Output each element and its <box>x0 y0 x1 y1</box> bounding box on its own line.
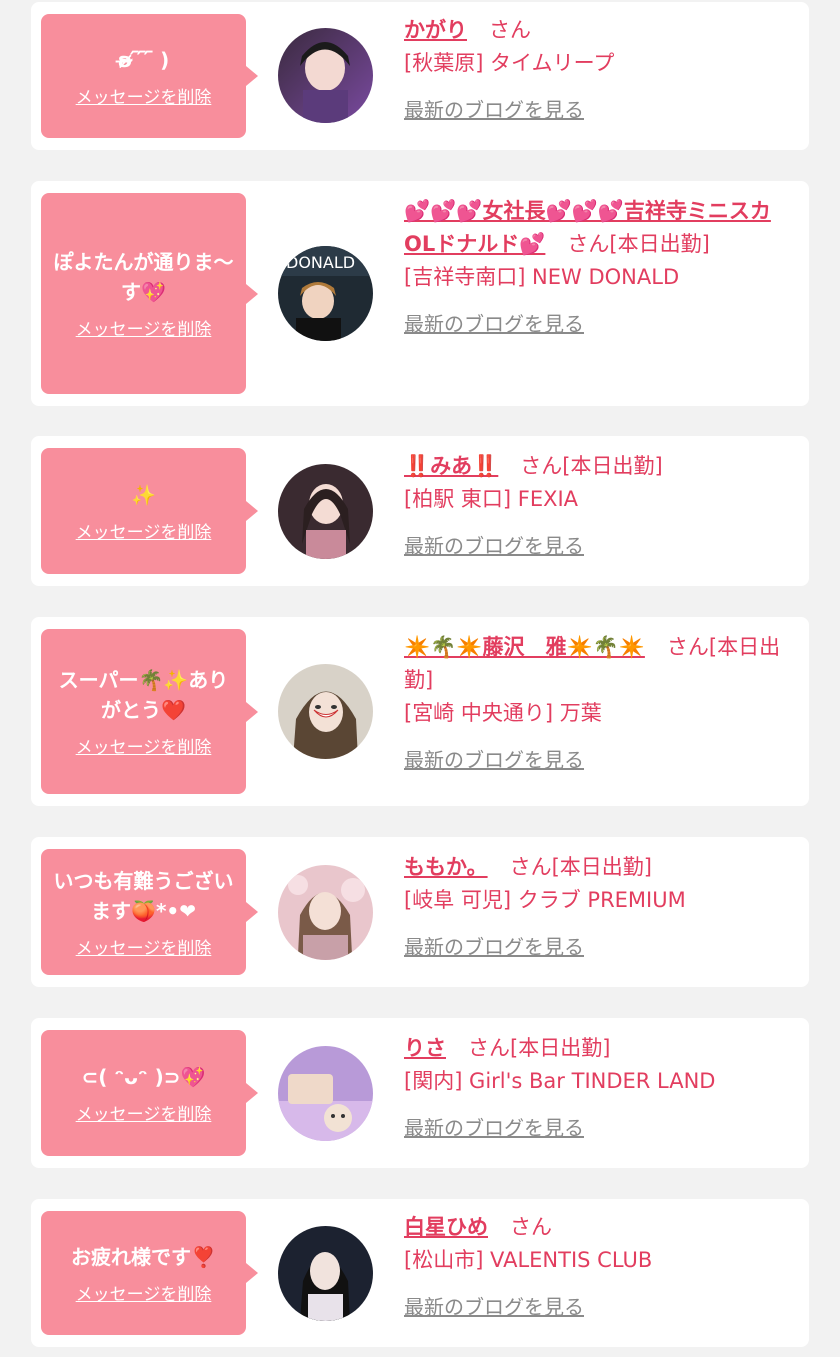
list-item: いつも有難うございます🍑*•❤ メッセージを削除 ももか。 さん[本日出勤] [岐… <box>31 837 809 987</box>
san-suffix: さん[本日出勤] <box>468 1036 611 1060</box>
message-bubble: ⊂( ᵔᴗᵔ )⊃💖 メッセージを削除 <box>41 1030 258 1156</box>
cast-name-link[interactable]: ✴️🌴✴️藤沢 雅✴️🌴✴️ <box>404 635 645 659</box>
san-suffix: さん[本日出勤] <box>567 232 710 256</box>
latest-blog-link[interactable]: 最新のブログを見る <box>404 530 800 563</box>
san-suffix: さん[本日出勤] <box>520 454 663 478</box>
message-text: お疲れ様です❣️ <box>71 1244 216 1269</box>
cast-name-link[interactable]: かがり <box>404 18 467 42</box>
latest-blog-link[interactable]: 最新のブログを見る <box>404 931 800 964</box>
item-info: 白星ひめ さん [松山市] VALENTIS CLUB 最新のブログを見る <box>404 1211 800 1324</box>
message-bubble: お疲れ様です❣️ メッセージを削除 <box>41 1211 258 1335</box>
avatar[interactable] <box>278 28 373 123</box>
list-item: ʚ̴̶̷̷ ᷇ ᷇ ᷇ ) メッセージを削除 かがり さん [秋葉原] タイムリー… <box>31 2 809 150</box>
shop-label: [秋葉原] タイムリープ <box>404 51 615 75</box>
item-info: ‼️みあ‼️ さん[本日出勤] [柏駅 東口] FEXIA 最新のブログを見る <box>404 450 800 563</box>
list-item: ✨ メッセージを削除 ‼️みあ‼️ さん[本日出勤] [柏駅 東口] FEXIA … <box>31 436 809 586</box>
shop-label: [関内] Girl's Bar TINDER LAND <box>404 1069 716 1093</box>
latest-blog-link[interactable]: 最新のブログを見る <box>404 744 800 777</box>
list-item: スーパー🌴✨ありがとう❤️ メッセージを削除 ✴️🌴✴️藤沢 雅✴️🌴✴️ さん[… <box>31 617 809 806</box>
item-info: ✴️🌴✴️藤沢 雅✴️🌴✴️ さん[本日出勤] [宮崎 中央通り] 万葉 最新のブ… <box>404 631 800 777</box>
svg-text:DONALD: DONALD <box>286 253 355 272</box>
delete-message-link[interactable]: メッセージを削除 <box>76 1100 212 1125</box>
message-bubble: ぽよたんが通りま〜す💖 メッセージを削除 <box>41 193 258 394</box>
avatar[interactable] <box>278 1226 373 1321</box>
list-item: お疲れ様です❣️ メッセージを削除 白星ひめ さん [松山市] VALENTIS … <box>31 1199 809 1347</box>
item-info: りさ さん[本日出勤] [関内] Girl's Bar TINDER LAND 最… <box>404 1032 800 1145</box>
delete-message-link[interactable]: メッセージを削除 <box>76 1280 212 1305</box>
delete-message-link[interactable]: メッセージを削除 <box>76 934 212 959</box>
message-bubble: いつも有難うございます🍑*•❤ メッセージを削除 <box>41 849 258 975</box>
message-text: ⊂( ᵔᴗᵔ )⊃💖 <box>81 1064 206 1089</box>
shop-label: [宮崎 中央通り] 万葉 <box>404 701 602 725</box>
san-suffix: さん <box>510 1215 552 1239</box>
cast-name-link[interactable]: りさ <box>404 1036 446 1060</box>
message-text: ʚ̴̶̷̷ ᷇ ᷇ ᷇ ) <box>117 47 170 72</box>
delete-message-link[interactable]: メッセージを削除 <box>76 733 212 758</box>
avatar[interactable] <box>278 1046 373 1141</box>
delete-message-link[interactable]: メッセージを削除 <box>76 83 212 108</box>
delete-message-link[interactable]: メッセージを削除 <box>76 315 212 340</box>
message-text: スーパー🌴✨ありがとう❤️ <box>58 668 229 722</box>
shop-label: [岐阜 可児] クラブ PREMIUM <box>404 888 686 912</box>
shop-label: [松山市] VALENTIS CLUB <box>404 1248 653 1272</box>
cast-name-link[interactable]: 白星ひめ <box>404 1215 488 1239</box>
message-text: いつも有難うございます🍑*•❤ <box>53 868 234 923</box>
shop-label: [柏駅 東口] FEXIA <box>404 487 579 511</box>
san-suffix: さん[本日出勤] <box>509 855 652 879</box>
item-info: ももか。 さん[本日出勤] [岐阜 可児] クラブ PREMIUM 最新のブログを… <box>404 851 800 964</box>
latest-blog-link[interactable]: 最新のブログを見る <box>404 1112 800 1145</box>
avatar[interactable] <box>278 464 373 559</box>
latest-blog-link[interactable]: 最新のブログを見る <box>404 1291 800 1324</box>
message-bubble: ✨ メッセージを削除 <box>41 448 258 574</box>
message-list: ʚ̴̶̷̷ ᷇ ᷇ ᷇ ) メッセージを削除 かがり さん [秋葉原] タイムリー… <box>0 0 840 1357</box>
message-bubble: スーパー🌴✨ありがとう❤️ メッセージを削除 <box>41 629 258 794</box>
avatar[interactable] <box>278 664 373 759</box>
item-info: 💕💕💕女社長💕💕💕吉祥寺ミニスカOLドナルド💕 さん[本日出勤] [吉祥寺南口] … <box>404 195 800 341</box>
list-item: ⊂( ᵔᴗᵔ )⊃💖 メッセージを削除 りさ さん[本日出勤] [関内] Girl… <box>31 1018 809 1168</box>
latest-blog-link[interactable]: 最新のブログを見る <box>404 94 800 127</box>
avatar[interactable] <box>278 865 373 960</box>
message-text: ✨ <box>131 482 156 507</box>
delete-message-link[interactable]: メッセージを削除 <box>76 518 212 543</box>
cast-name-link[interactable]: ももか。 <box>404 855 488 879</box>
message-bubble: ʚ̴̶̷̷ ᷇ ᷇ ᷇ ) メッセージを削除 <box>41 14 258 138</box>
latest-blog-link[interactable]: 最新のブログを見る <box>404 308 800 341</box>
san-suffix: さん <box>489 18 531 42</box>
cast-name-link[interactable]: ‼️みあ‼️ <box>404 454 498 478</box>
list-item: ぽよたんが通りま〜す💖 メッセージを削除 DONALD 💕💕💕女社長💕💕💕吉祥寺… <box>31 181 809 406</box>
message-text: ぽよたんが通りま〜す💖 <box>53 250 234 304</box>
item-info: かがり さん [秋葉原] タイムリープ 最新のブログを見る <box>404 14 800 127</box>
shop-label: [吉祥寺南口] NEW DONALD <box>404 265 680 289</box>
avatar[interactable]: DONALD <box>278 246 373 341</box>
